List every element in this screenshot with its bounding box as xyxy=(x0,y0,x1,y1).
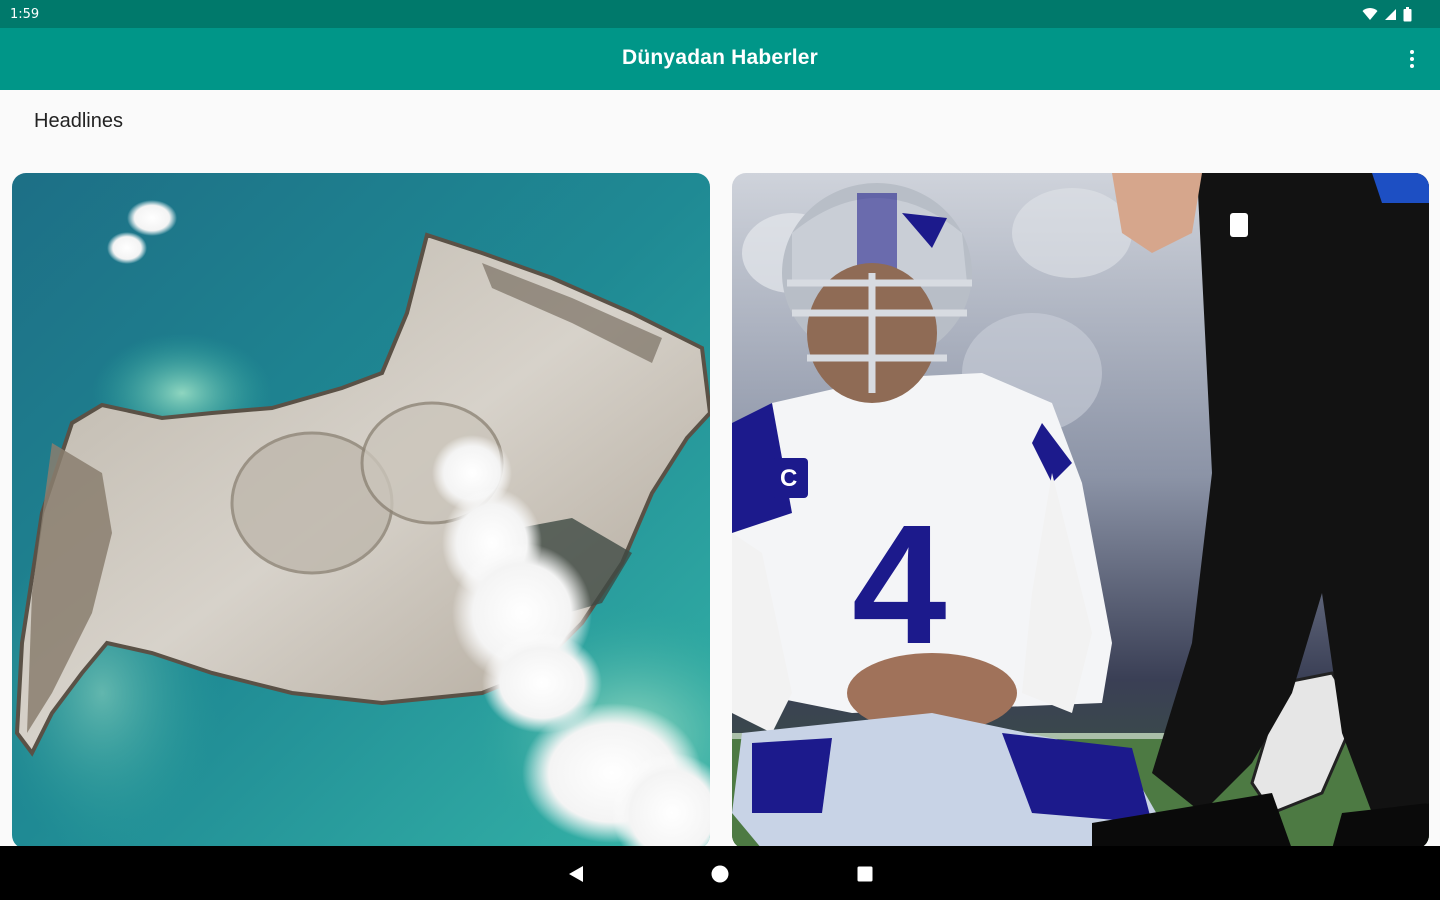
navigation-bar xyxy=(0,846,1440,900)
app-bar: Dünyadan Haberler xyxy=(0,28,1440,90)
svg-text:4: 4 xyxy=(852,490,947,680)
headline-card-football[interactable]: 4 C xyxy=(732,173,1429,849)
svg-text:C: C xyxy=(780,465,797,492)
home-icon[interactable] xyxy=(706,860,734,888)
back-icon[interactable] xyxy=(562,860,590,888)
app-title: Dünyadan Haberler xyxy=(622,46,818,69)
recents-icon[interactable] xyxy=(851,860,879,888)
football-player-image: 4 C xyxy=(732,173,1429,849)
wifi-icon xyxy=(1362,8,1378,20)
section-title: Headlines xyxy=(34,110,123,132)
signal-icon xyxy=(1385,9,1396,20)
status-bar: 1:59 xyxy=(0,0,1440,28)
headline-card-volcano[interactable] xyxy=(12,173,710,849)
status-icons xyxy=(1362,7,1412,22)
more-vert-icon[interactable] xyxy=(1400,46,1424,72)
battery-icon xyxy=(1403,7,1412,22)
volcanic-island-image xyxy=(12,173,710,849)
status-time: 1:59 xyxy=(10,7,40,22)
headlines-section: Headlines 4 C xyxy=(0,90,1440,849)
